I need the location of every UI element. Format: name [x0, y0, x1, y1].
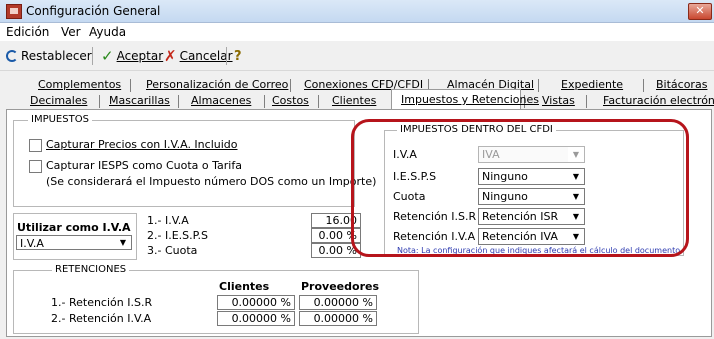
retenciones-title: RETENCIONES	[52, 264, 130, 275]
retencion-isr-proveedores-field[interactable]: 0.00000 %	[299, 295, 377, 310]
close-button[interactable]: ✕	[688, 3, 712, 20]
utilizar-label: Utilizar como I.V.A	[17, 221, 131, 234]
retencion-iva-proveedores-field[interactable]: 0.00000 %	[299, 311, 377, 326]
iesps-cuota-label: Capturar IESPS como Cuota o Tarifa	[46, 159, 242, 172]
utilizar-select[interactable]: I.V.A ▼	[16, 235, 132, 250]
tab-costos[interactable]: Costos	[272, 94, 309, 107]
refresh-icon	[6, 50, 18, 62]
tab-impuestos-retenciones[interactable]: Impuestos y Retenciones	[391, 89, 539, 110]
aceptar-label: Aceptar	[116, 49, 164, 63]
retencion-iva-clientes-field[interactable]: 0.00000 %	[217, 311, 295, 326]
impuestos-title: IMPUESTOS	[28, 114, 92, 125]
restablecer-label: Restablecer	[21, 49, 92, 63]
retencion-iva-label: 2.- Retención I.V.A	[51, 312, 152, 325]
utilizar-value: I.V.A	[20, 237, 44, 250]
tab-mascarillas[interactable]: Mascarillas	[109, 94, 170, 107]
tab-decimales[interactable]: Decimales	[30, 94, 87, 107]
tab-separator	[643, 79, 644, 92]
config-window: Configuración General ✕ Edición Ver Ayud…	[0, 0, 714, 339]
tab-clientes[interactable]: Clientes	[332, 94, 376, 107]
window-title: Configuración General	[26, 4, 161, 18]
menu-ayuda[interactable]: Ayuda	[89, 25, 126, 39]
iesps-cuota-checkbox[interactable]	[29, 160, 42, 173]
menu-ver[interactable]: Ver	[61, 25, 81, 39]
menu-edicion[interactable]: Edición	[6, 25, 49, 39]
tab-separator	[290, 79, 291, 92]
proveedores-header: Proveedores	[301, 280, 379, 293]
restablecer-button[interactable]: Restablecer	[6, 48, 92, 64]
tab-facturacion-electronica[interactable]: Facturación electrónica	[603, 94, 714, 107]
retencion-isr-label: 1.- Retención I.S.R	[51, 296, 153, 309]
precios-iva-checkbox[interactable]	[29, 139, 42, 152]
tab-almacenes[interactable]: Almacenes	[191, 94, 251, 107]
tab-personalizacion-correo[interactable]: Personalización de Correo	[146, 78, 288, 91]
tab-separator	[99, 95, 100, 108]
tab-separator	[586, 95, 587, 108]
tab-separator	[178, 95, 179, 108]
retencion-isr-clientes-field[interactable]: 0.00000 %	[217, 295, 295, 310]
tab-separator	[130, 79, 131, 92]
aceptar-button[interactable]: ✓ Aceptar	[101, 48, 163, 64]
iesps-cuota-note: (Se considerará el Impuesto número DOS c…	[46, 175, 377, 188]
help-button[interactable]: ?	[234, 48, 242, 64]
tab-complementos[interactable]: Complementos	[38, 78, 121, 91]
highlight-annotation	[351, 119, 689, 257]
check-icon: ✓	[101, 47, 114, 65]
x-icon: ✗	[164, 47, 177, 65]
precios-iva-label: Capturar Precios con I.V.A. Incluido	[46, 138, 238, 151]
title-bar: Configuración General ✕	[0, 0, 714, 23]
help-icon: ?	[234, 48, 242, 64]
cancelar-label: Cancelar	[179, 49, 233, 63]
toolbar-separator	[92, 47, 93, 65]
tabs-area: Complementos Personalización de Correo C…	[0, 71, 714, 108]
tab-separator	[318, 95, 319, 108]
chevron-down-icon: ▼	[115, 236, 131, 249]
toolbar-separator	[226, 47, 227, 65]
rate-label: 2.- I.E.S.P.S	[147, 229, 209, 242]
rate-label: 1.- I.V.A	[147, 214, 189, 227]
clientes-header: Clientes	[219, 280, 270, 293]
tab-expediente[interactable]: Expediente	[561, 78, 623, 91]
tab-separator	[538, 79, 539, 92]
tab-vistas[interactable]: Vistas	[542, 94, 575, 107]
app-icon	[6, 4, 22, 19]
tab-separator	[264, 95, 265, 108]
cancelar-button[interactable]: ✗ Cancelar	[164, 48, 233, 64]
tab-bitacoras[interactable]: Bitácoras	[656, 78, 707, 91]
menu-bar: Edición Ver Ayuda	[0, 23, 714, 41]
tab-impuestos-retenciones-label: Impuestos y Retenciones	[401, 93, 539, 106]
toolbar: Restablecer ✓ Aceptar ✗ Cancelar ?	[0, 42, 714, 71]
rate-label: 3.- Cuota	[147, 244, 198, 257]
